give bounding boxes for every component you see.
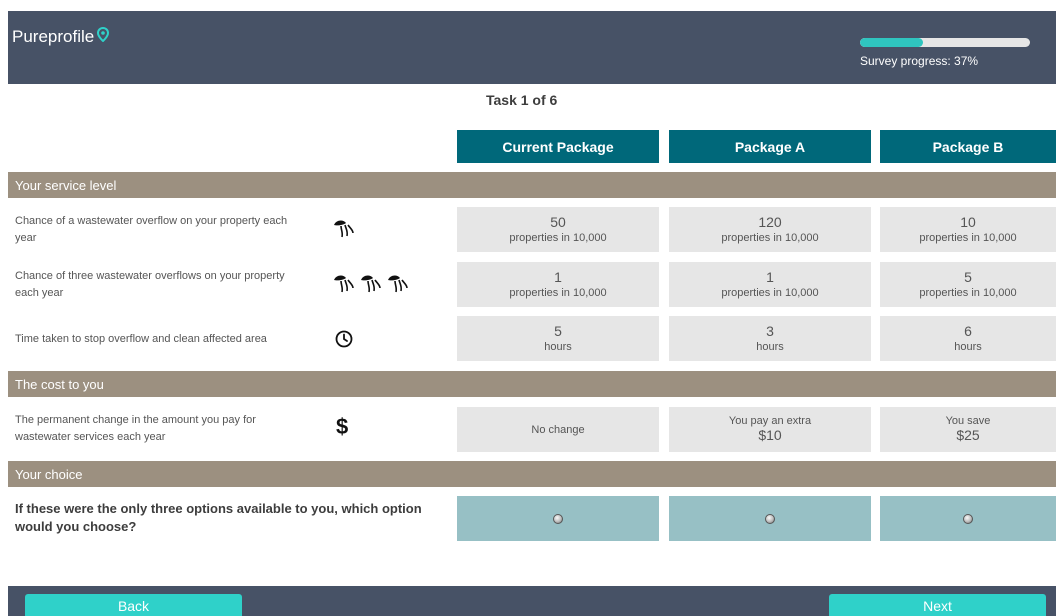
task-title: Task 1 of 6	[486, 92, 558, 108]
radio-current-package[interactable]	[553, 513, 563, 524]
clock-icon	[335, 330, 353, 348]
progress-label: Survey progress: 37%	[860, 54, 979, 68]
survey-page: Pureprofile Survey progress: 37% Task 1 …	[0, 0, 1056, 616]
cell-current-time: 5 hours	[457, 316, 659, 361]
back-button[interactable]: Back	[25, 594, 242, 616]
logo: Pureprofile	[12, 26, 110, 47]
radio-package-b[interactable]	[963, 513, 973, 524]
progress-bar	[860, 38, 1030, 47]
cell-value: 5	[964, 268, 972, 285]
cell-unit: properties in 10,000	[509, 231, 607, 244]
package-header-b: Package B	[880, 130, 1056, 163]
attribute-label-time: Time taken to stop overflow and clean af…	[15, 332, 267, 345]
cell-text: You save	[945, 415, 991, 427]
choice-current-package[interactable]	[457, 496, 659, 541]
cell-unit: properties in 10,000	[919, 231, 1017, 244]
location-pin-icon	[97, 26, 110, 42]
cell-unit: properties in 10,000	[509, 286, 607, 299]
progress-fill	[860, 38, 923, 47]
choice-question: If these were the only three options ava…	[15, 501, 422, 534]
cell-value: 3	[766, 322, 774, 339]
single-overflow-icon	[333, 219, 357, 241]
cell-text: You pay an extra	[728, 415, 812, 427]
cell-value: 1	[554, 268, 562, 285]
section-cost: The cost to you	[8, 371, 1056, 397]
radio-package-a[interactable]	[765, 513, 775, 524]
cell-unit: hours	[756, 340, 784, 353]
cell-value: $10	[758, 427, 782, 443]
cell-current-single-overflow: 50 properties in 10,000	[457, 207, 659, 252]
cell-value: 50	[550, 213, 566, 230]
logo-text: Pureprofile	[12, 27, 95, 46]
cell-a-cost: You pay an extra $10	[669, 407, 871, 452]
cell-unit: properties in 10,000	[919, 286, 1017, 299]
cell-current-triple-overflow: 1 properties in 10,000	[457, 262, 659, 307]
section-choice: Your choice	[8, 461, 1056, 487]
cell-text: No change	[531, 423, 585, 436]
cell-b-single-overflow: 10 properties in 10,000	[880, 207, 1056, 252]
cell-b-cost: You save $25	[880, 407, 1056, 452]
header-bar: Pureprofile Survey progress: 37%	[8, 11, 1056, 84]
cell-value: 120	[758, 213, 782, 230]
cell-b-triple-overflow: 5 properties in 10,000	[880, 262, 1056, 307]
cell-value: $25	[956, 427, 980, 443]
attribute-label-triple-overflow: Chance of three wastewater overflows on …	[15, 270, 285, 299]
next-button[interactable]: Next	[829, 594, 1046, 616]
cell-value: 10	[960, 213, 976, 230]
choice-package-b[interactable]	[880, 496, 1056, 541]
cell-value: 1	[766, 268, 774, 285]
package-header-a: Package A	[669, 130, 871, 163]
choice-package-a[interactable]	[669, 496, 871, 541]
cell-unit: hours	[544, 340, 572, 353]
section-service-level: Your service level	[8, 172, 1056, 198]
cell-a-triple-overflow: 1 properties in 10,000	[669, 262, 871, 307]
cell-a-single-overflow: 120 properties in 10,000	[669, 207, 871, 252]
attribute-label-cost: The permanent change in the amount you p…	[15, 414, 256, 443]
cell-value: 5	[554, 322, 562, 339]
cell-current-cost: No change	[457, 407, 659, 452]
cell-b-time: 6 hours	[880, 316, 1056, 361]
cell-unit: hours	[954, 340, 982, 353]
cell-unit: properties in 10,000	[721, 231, 819, 244]
attribute-label-single-overflow: Chance of a wastewater overflow on your …	[15, 215, 288, 244]
cell-unit: properties in 10,000	[721, 286, 819, 299]
cell-a-time: 3 hours	[669, 316, 871, 361]
package-header-current: Current Package	[457, 130, 659, 163]
cell-value: 6	[964, 322, 972, 339]
triple-overflow-icon	[333, 274, 413, 296]
dollar-icon: $	[336, 414, 349, 439]
